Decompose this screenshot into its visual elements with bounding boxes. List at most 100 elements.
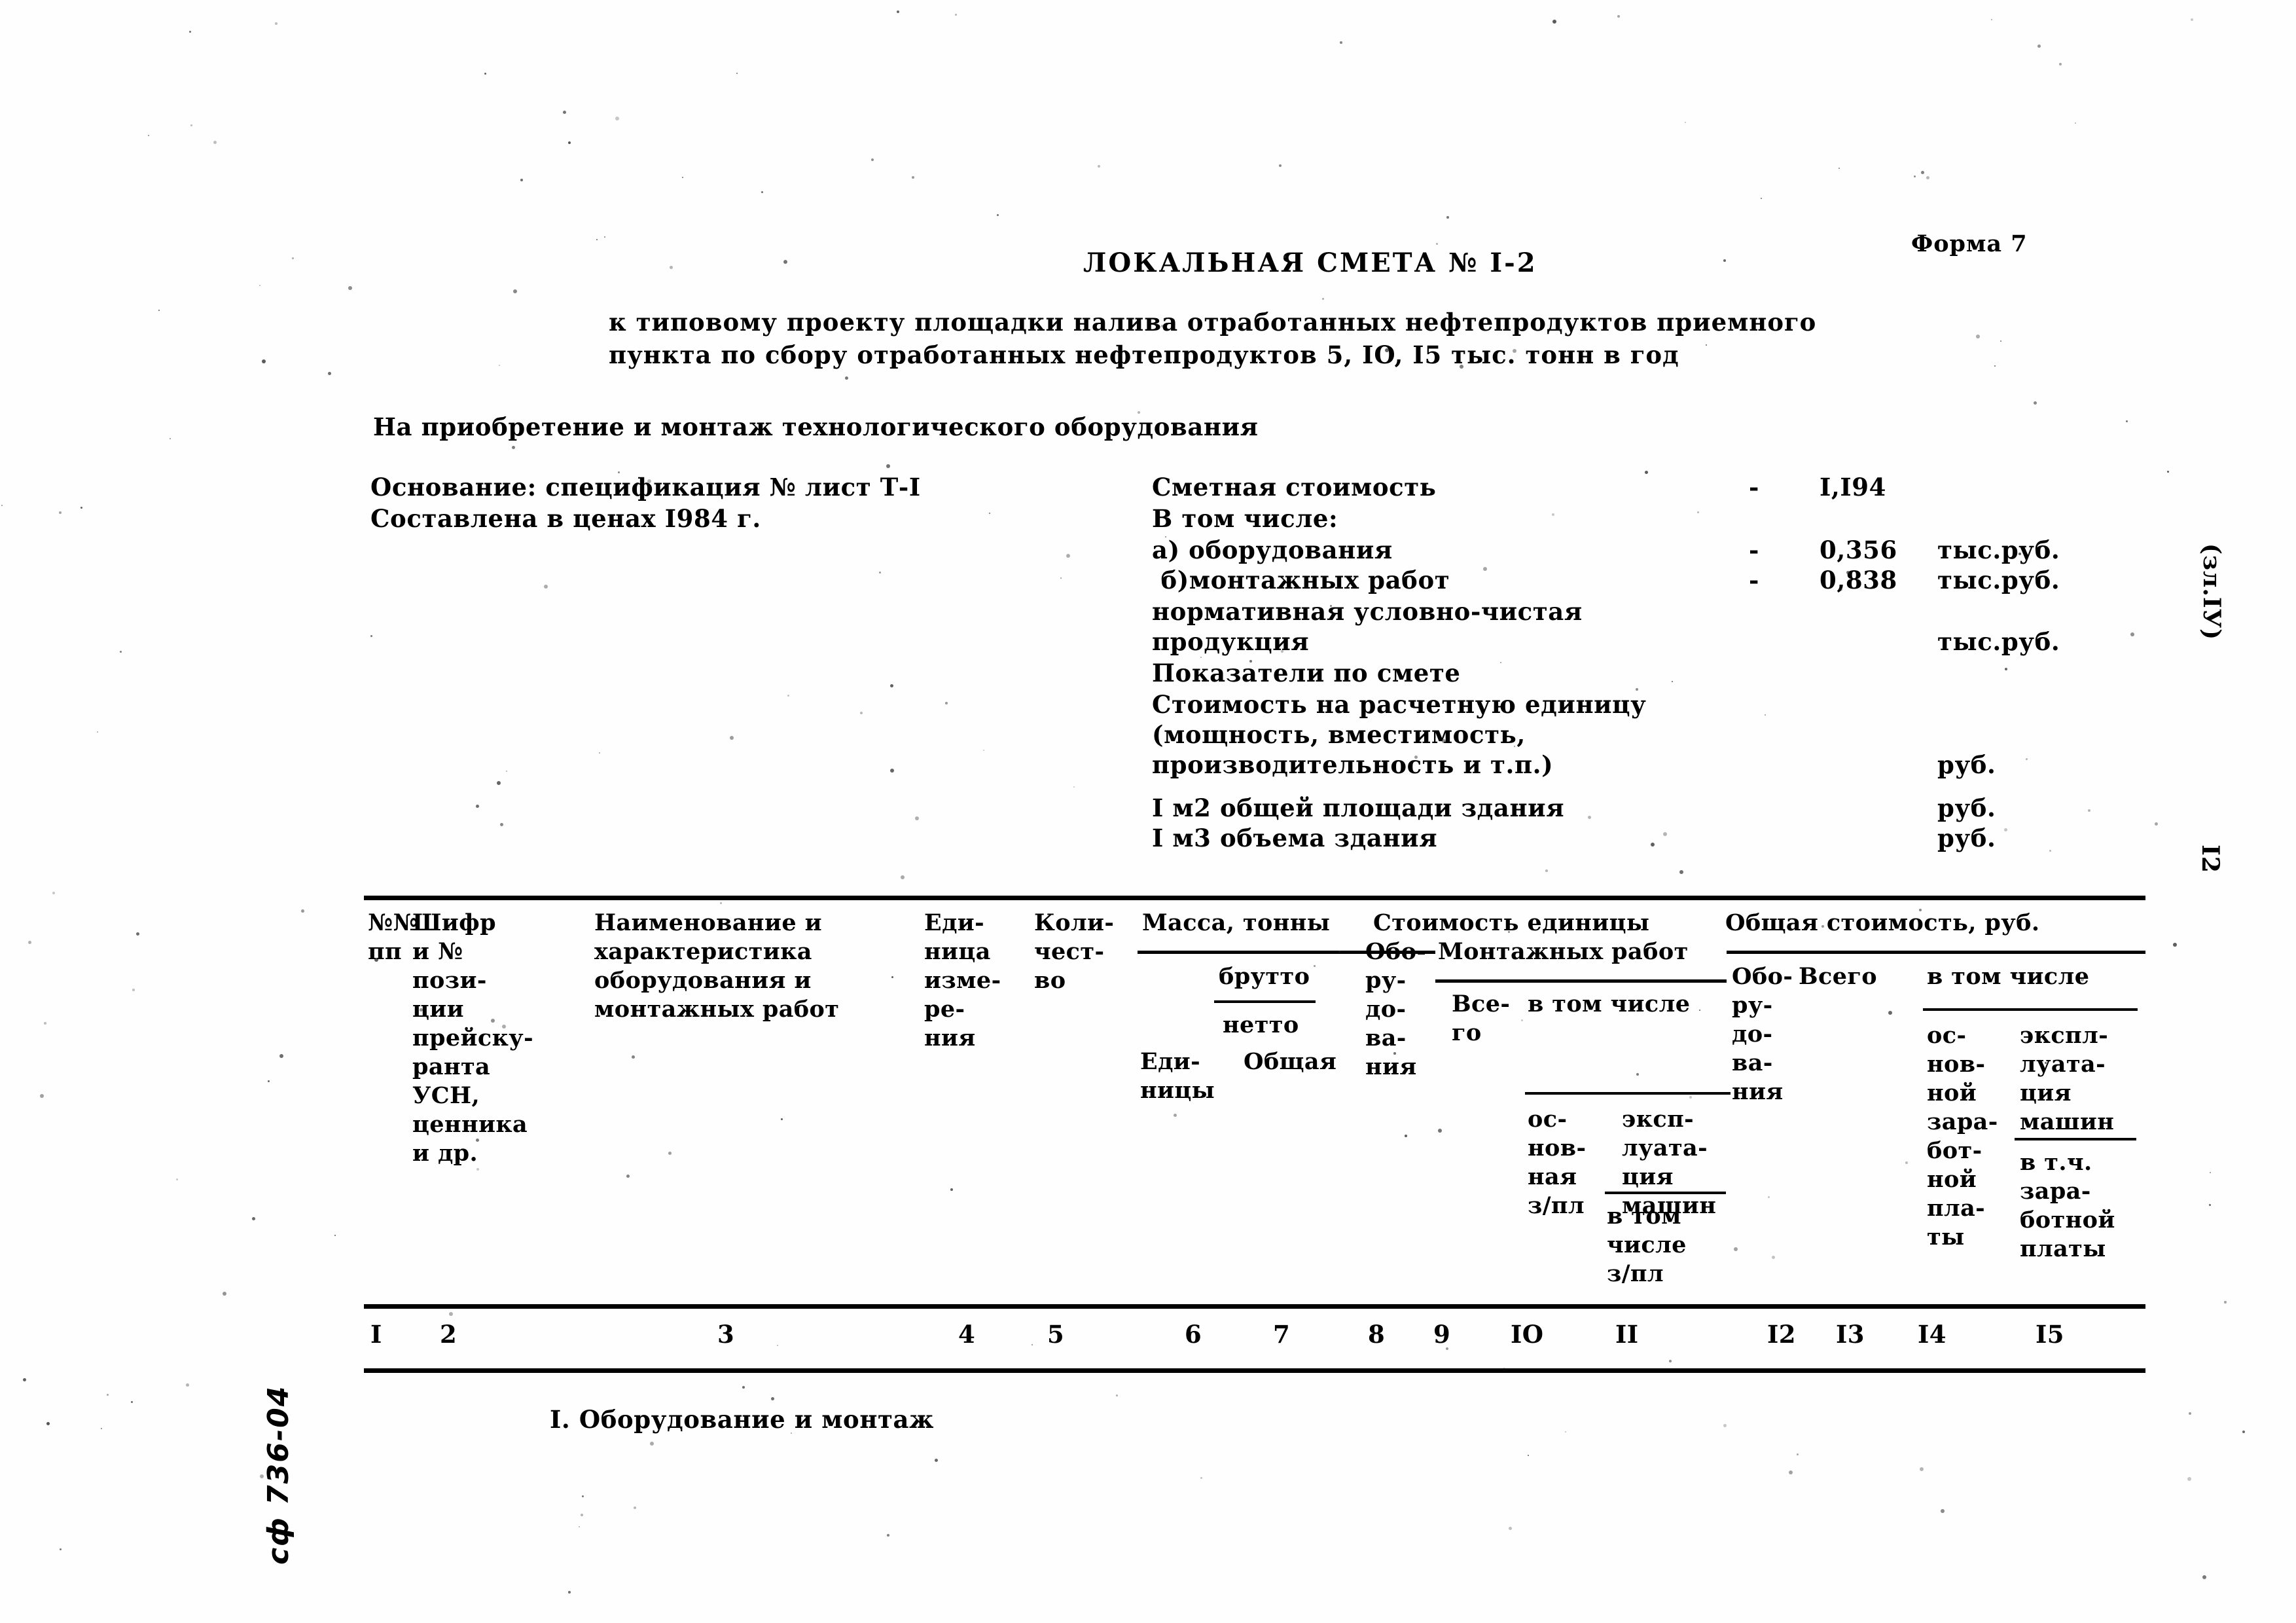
scan-speck xyxy=(1697,511,1699,513)
table-header-c9: Все- го xyxy=(1452,991,1511,1046)
table-column-number: 6 xyxy=(1185,1320,1202,1349)
summary-unit: тыс.руб. xyxy=(1937,536,2060,564)
scan-speck xyxy=(500,823,503,826)
scan-speck xyxy=(2155,822,2158,826)
scan-speck xyxy=(52,892,55,894)
scan-speck xyxy=(983,750,984,751)
scan-speck xyxy=(2202,1575,2206,1579)
summary-label: Стоимость на расчетную единицу xyxy=(1152,690,1647,719)
scan-speck xyxy=(1116,1395,1118,1396)
scan-speck xyxy=(2059,63,2062,65)
table-header-c2: Шифр и № пози- ции прейску- ранта УСН, ц… xyxy=(412,909,534,1167)
table-column-number: 2 xyxy=(440,1320,457,1349)
table-header-c15-b: в т.ч. зара- ботной платы xyxy=(2020,1149,2115,1262)
table-column-number: 9 xyxy=(1433,1320,1451,1349)
scan-speck xyxy=(44,1022,46,1025)
scan-speck xyxy=(1165,536,1166,538)
scan-speck xyxy=(2081,978,2084,981)
table-column-number: 5 xyxy=(1047,1320,1065,1349)
summary-label: I м3 объема здания xyxy=(1152,824,1438,852)
scan-speck xyxy=(1636,688,1638,691)
scan-speck xyxy=(891,976,893,978)
scan-speck xyxy=(720,902,722,904)
table-header-montazh-group: Монтажных работ xyxy=(1438,938,1689,965)
scan-speck xyxy=(668,1152,672,1155)
c15-divider xyxy=(2015,1138,2136,1140)
scan-speck xyxy=(563,111,566,114)
scan-speck xyxy=(348,286,352,290)
scan-speck xyxy=(2088,809,2090,812)
summary-unit: руб. xyxy=(1937,793,1996,822)
mass-brutto-netto-divider xyxy=(1214,1000,1316,1003)
scan-speck xyxy=(1941,1509,1945,1513)
summary-unit: тыс.руб. xyxy=(1937,566,2060,594)
scan-speck xyxy=(1528,1455,1529,1456)
scan-speck xyxy=(1283,255,1286,258)
scan-speck xyxy=(260,1474,264,1478)
scan-speck xyxy=(596,239,598,240)
scan-speck xyxy=(1446,1347,1448,1350)
summary-label: Показатели по смете xyxy=(1152,659,1461,687)
scan-speck xyxy=(1588,816,1591,819)
scan-speck xyxy=(497,781,501,785)
scan-speck xyxy=(448,926,450,928)
scan-speck xyxy=(1340,41,1342,44)
scan-speck xyxy=(476,805,479,808)
scan-speck xyxy=(1994,365,1996,367)
scan-speck xyxy=(1314,965,1316,967)
scan-speck xyxy=(176,1178,178,1180)
archive-stamp: сф 736-04 xyxy=(262,1385,295,1565)
table-header-c15-a: экспл- луата- ция машин xyxy=(2020,1022,2115,1135)
scan-speck xyxy=(1514,746,1515,747)
scan-speck xyxy=(189,31,191,33)
scan-speck xyxy=(502,1025,506,1029)
scan-speck xyxy=(1672,681,1673,682)
scan-speck xyxy=(1565,1431,1566,1432)
scan-speck xyxy=(420,1008,423,1012)
table-header-mass-brutto: брутто xyxy=(1219,963,1310,990)
table-column-number: I2 xyxy=(1767,1320,1797,1349)
scan-speck xyxy=(890,769,894,773)
scan-speck xyxy=(279,1054,283,1058)
scan-speck xyxy=(1174,1114,1177,1117)
table-header-mass-group: Масса, тонны xyxy=(1142,909,1331,936)
scan-speck xyxy=(1669,1360,1672,1362)
scan-speck xyxy=(879,572,881,574)
unitcost-group-underline-left xyxy=(1360,951,1433,954)
scan-speck xyxy=(275,22,278,25)
scan-speck xyxy=(1,505,3,506)
scan-speck xyxy=(1393,1052,1396,1055)
scan-speck xyxy=(1706,344,1707,346)
scan-speck xyxy=(40,1094,44,1098)
table-header-c14: ос- нов- ной зара- бот- ной пла- ты xyxy=(1927,1022,1998,1250)
table-column-number: 4 xyxy=(958,1320,976,1349)
montazh-group-underline xyxy=(1435,979,1727,983)
scan-speck xyxy=(1919,909,1922,911)
summary-label: (мощность, вместимость, xyxy=(1152,720,1526,749)
scan-speck xyxy=(301,909,304,913)
scan-speck xyxy=(1789,1470,1793,1474)
scan-speck xyxy=(1200,1477,1202,1479)
scan-speck xyxy=(1914,175,1916,177)
scan-speck xyxy=(1723,259,1726,262)
scan-speck xyxy=(1460,365,1463,369)
scan-speck xyxy=(491,1019,495,1023)
scan-speck xyxy=(1073,786,1075,788)
scan-speck xyxy=(1031,1344,1033,1345)
scan-speck xyxy=(170,438,171,439)
table-column-number: 8 xyxy=(1368,1320,1386,1349)
scan-speck xyxy=(783,260,787,264)
scan-speck xyxy=(1761,198,1762,199)
scan-speck xyxy=(2130,632,2134,636)
scan-speck xyxy=(1249,660,1252,663)
scan-speck xyxy=(262,359,266,363)
summary-label: нормативная условно-чистая xyxy=(1152,597,1583,626)
scan-speck xyxy=(28,941,31,944)
scan-speck xyxy=(2018,553,2021,555)
scan-speck xyxy=(1768,1196,1770,1198)
table-header-c7: Общая xyxy=(1244,1048,1337,1075)
scan-speck xyxy=(1723,1424,1727,1427)
scan-speck xyxy=(1920,1467,1924,1471)
scan-speck xyxy=(23,1378,26,1381)
scan-speck xyxy=(787,695,789,697)
